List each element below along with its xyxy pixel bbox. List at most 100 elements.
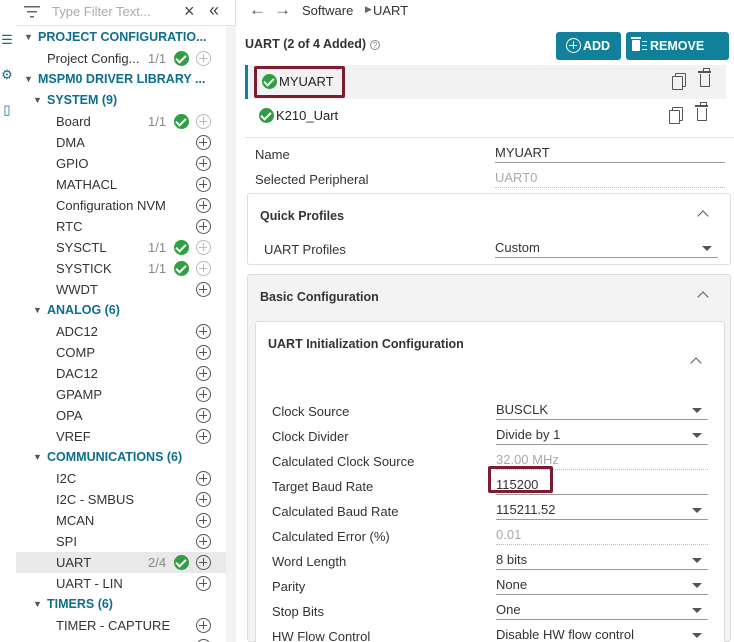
tree-item[interactable]: GPIO <box>16 153 226 174</box>
expand-caret-icon[interactable]: ▼ <box>33 300 42 321</box>
add-circle-icon[interactable] <box>196 177 211 192</box>
add-circle-icon[interactable] <box>196 534 211 549</box>
tree-category[interactable]: ▼ ANALOG (6) <box>16 300 226 321</box>
tree-item[interactable]: SYSTICK 1/1 <box>16 258 226 279</box>
tree-item[interactable]: COMP <box>16 342 226 363</box>
duplicate-icon[interactable] <box>672 73 686 90</box>
field-label: Clock Source <box>272 404 350 419</box>
tree-item[interactable]: ADC12 <box>16 321 226 342</box>
tree-label: SYSTEM (9) <box>47 93 118 107</box>
collapse-chevron-icon[interactable] <box>690 357 702 369</box>
delete-icon[interactable] <box>698 68 711 87</box>
expand-caret-icon[interactable]: ▼ <box>33 90 42 111</box>
field-select[interactable]: 8 bits <box>496 552 708 570</box>
field-label: Calculated Clock Source <box>272 454 415 469</box>
expand-caret-icon[interactable]: ▼ <box>24 69 33 90</box>
tree-item[interactable]: DAC12 <box>16 363 226 384</box>
tree-item[interactable]: GPAMP <box>16 384 226 405</box>
list-view-icon[interactable]: ☰ <box>0 33 14 47</box>
tree-item[interactable]: SYSCTL 1/1 <box>16 237 226 258</box>
tree-category[interactable]: ▼ MSPM0 DRIVER LIBRARY ... <box>16 69 226 90</box>
tree-item[interactable]: UART - LIN <box>16 573 226 594</box>
info-icon[interactable]: ? <box>370 40 380 50</box>
forward-arrow-icon[interactable]: → <box>274 0 291 20</box>
uart-profiles-select[interactable]: Custom <box>495 240 718 258</box>
add-circle-icon[interactable] <box>196 618 211 633</box>
network-icon[interactable]: ⚙ <box>0 68 14 82</box>
filter-icon <box>24 6 40 18</box>
breadcrumb-software[interactable]: Software <box>302 3 353 18</box>
tree-item[interactable]: RTC <box>16 216 226 237</box>
add-circle-icon[interactable] <box>196 576 211 591</box>
filter-input[interactable]: Type Filter Text... <box>52 4 151 19</box>
add-circle-icon[interactable] <box>196 387 211 402</box>
tree-item[interactable]: Configuration NVM <box>16 195 226 216</box>
field-select[interactable]: Divide by 1 <box>496 427 708 445</box>
tree-category[interactable]: ▼ COMMUNICATIONS (6) <box>16 447 226 468</box>
collapse-panel-icon[interactable]: « <box>209 0 219 21</box>
duplicate-icon[interactable] <box>669 107 683 124</box>
tree-label: DMA <box>56 135 85 150</box>
delete-icon[interactable] <box>695 102 708 121</box>
board-icon[interactable]: ▯ <box>0 103 14 117</box>
tree-label: MATHACL <box>56 177 118 192</box>
add-circle-icon[interactable] <box>196 408 211 423</box>
add-circle-icon[interactable] <box>196 429 211 444</box>
field-select[interactable]: 115211.52 <box>496 502 708 520</box>
add-circle-icon[interactable] <box>196 135 211 150</box>
instance-k210-uart[interactable]: K210_Uart <box>245 99 726 133</box>
field-select[interactable]: None <box>496 577 708 595</box>
tree-scrollbar[interactable] <box>226 26 236 642</box>
expand-caret-icon[interactable]: ▼ <box>33 594 42 615</box>
add-circle-icon[interactable] <box>196 282 211 297</box>
tree-item[interactable]: Project Config... 1/1 <box>16 48 226 69</box>
field-select[interactable]: BUSCLK <box>496 402 708 420</box>
tree-item[interactable]: TIMER - COMPARE <box>16 636 226 642</box>
add-circle-icon[interactable] <box>196 471 211 486</box>
add-circle-icon[interactable] <box>196 261 211 276</box>
add-circle-icon[interactable] <box>196 51 211 66</box>
back-arrow-icon[interactable]: ← <box>249 0 266 20</box>
tree-category[interactable]: ▼ SYSTEM (9) <box>16 90 226 111</box>
remove-all-button[interactable]: REMOVE ALL <box>626 32 729 81</box>
tree-item[interactable]: MATHACL <box>16 174 226 195</box>
field-select[interactable]: Disable HW flow control <box>496 627 708 642</box>
tree-label: SYSCTL <box>56 240 107 255</box>
tree-label: PROJECT CONFIGURATIO... <box>38 30 207 44</box>
collapse-chevron-icon[interactable] <box>697 210 709 222</box>
add-circle-icon[interactable] <box>196 366 211 381</box>
field-readonly: 0.01 <box>496 527 708 545</box>
tree-item[interactable]: OPA <box>16 405 226 426</box>
tree-item[interactable]: UART 2/4 <box>16 552 226 573</box>
tree-item[interactable]: DMA <box>16 132 226 153</box>
add-circle-icon[interactable] <box>196 114 211 129</box>
tree-item[interactable]: VREF <box>16 426 226 447</box>
add-circle-icon[interactable] <box>196 345 211 360</box>
add-circle-icon[interactable] <box>196 198 211 213</box>
expand-caret-icon[interactable]: ▼ <box>24 27 33 48</box>
field-select[interactable]: One <box>496 602 708 620</box>
add-circle-icon[interactable] <box>196 513 211 528</box>
quick-profiles-card: Quick Profiles UART Profiles Custom <box>247 193 731 265</box>
add-circle-icon[interactable] <box>196 555 211 570</box>
tree-item[interactable]: I2C - SMBUS <box>16 489 226 510</box>
clear-filter-icon[interactable]: × <box>184 1 195 22</box>
name-input[interactable]: MYUART <box>495 145 725 163</box>
collapse-chevron-icon[interactable] <box>697 291 709 303</box>
tree-item[interactable]: SPI <box>16 531 226 552</box>
expand-caret-icon[interactable]: ▼ <box>33 447 42 468</box>
tree-category[interactable]: ▼ PROJECT CONFIGURATIO... <box>16 27 226 48</box>
tree-item[interactable]: MCAN <box>16 510 226 531</box>
tree-item[interactable]: WWDT <box>16 279 226 300</box>
tree-category[interactable]: ▼ TIMERS (6) <box>16 594 226 615</box>
add-circle-icon[interactable] <box>196 240 211 255</box>
add-circle-icon[interactable] <box>196 492 211 507</box>
tree-item[interactable]: TIMER - CAPTURE <box>16 615 226 636</box>
add-button[interactable]: ADD <box>556 32 621 60</box>
add-circle-icon[interactable] <box>196 324 211 339</box>
tree-item[interactable]: I2C <box>16 468 226 489</box>
add-circle-icon[interactable] <box>196 156 211 171</box>
add-circle-icon[interactable] <box>196 219 211 234</box>
tree-item[interactable]: Board 1/1 <box>16 111 226 132</box>
breadcrumb-uart[interactable]: UART <box>373 3 408 18</box>
